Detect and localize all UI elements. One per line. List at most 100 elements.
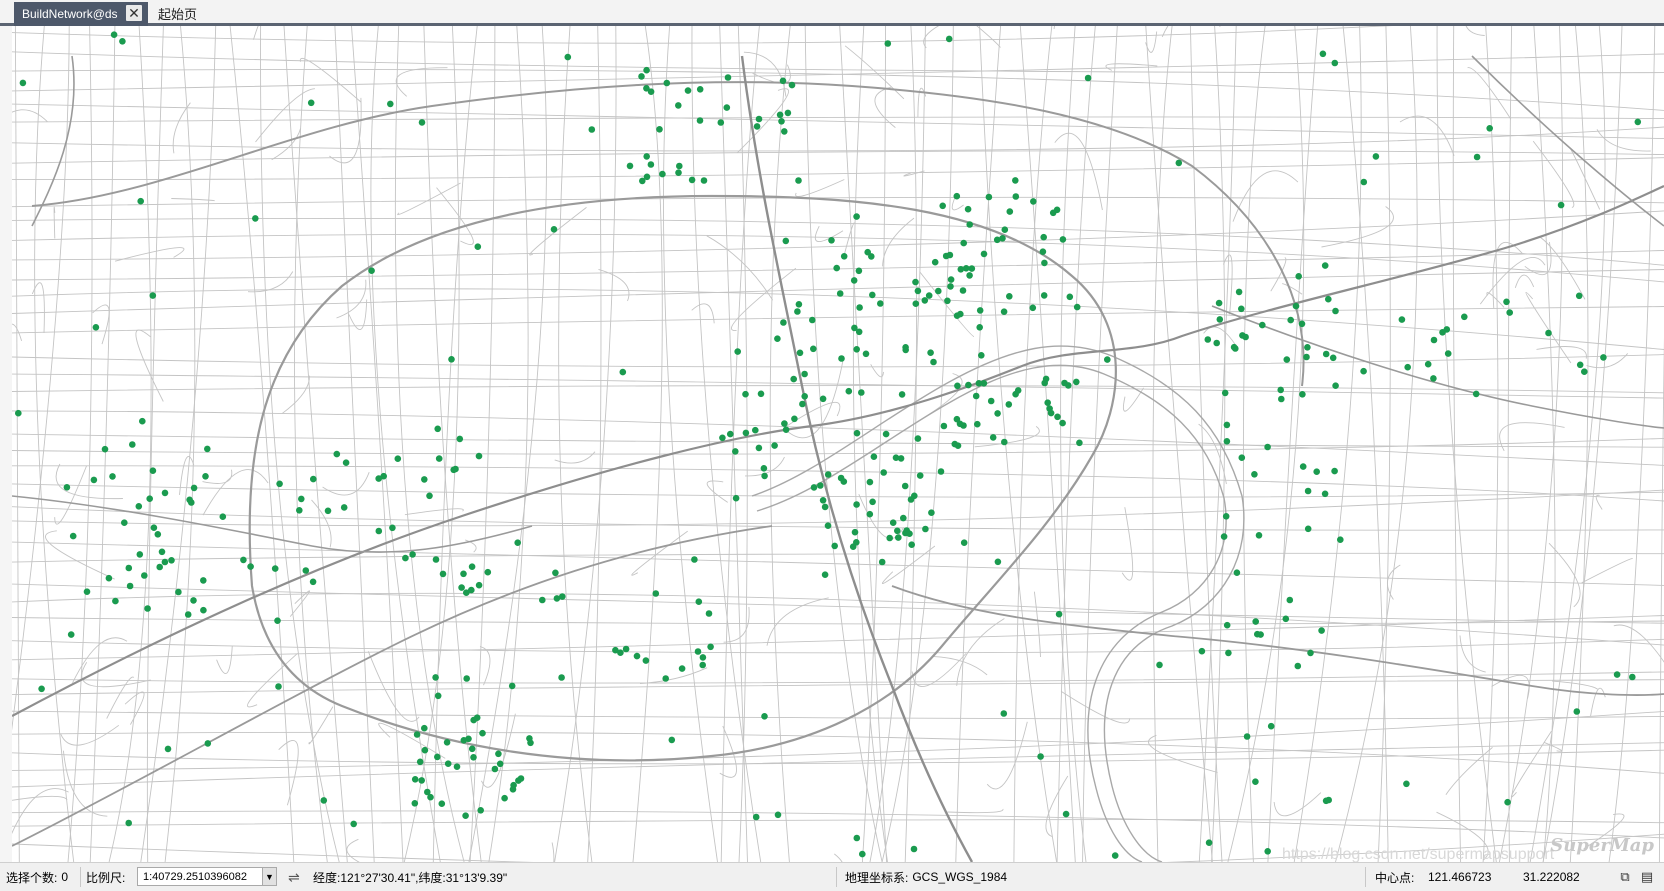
network-node-point [761, 713, 768, 720]
network-node-point [1012, 193, 1020, 200]
network-node-point [1049, 209, 1057, 217]
network-node-point [320, 797, 328, 804]
network-node-point [175, 588, 182, 596]
center-label: 中心点: [1375, 870, 1415, 885]
street-line [12, 638, 1664, 654]
street-line [1595, 494, 1603, 510]
network-node-point [914, 287, 922, 295]
network-node-point [734, 348, 741, 355]
network-node-point [368, 267, 375, 274]
network-node-point [1104, 356, 1111, 363]
network-node-point [771, 442, 778, 449]
chevron-down-icon[interactable]: ▼ [262, 867, 277, 886]
map-canvas[interactable]: https://blog.csdn.net/supermapsupport Su… [12, 26, 1664, 862]
network-node-point [944, 297, 951, 305]
network-node-point [858, 389, 865, 396]
network-node-point [833, 264, 840, 272]
network-node-point [699, 661, 706, 669]
street-line [479, 646, 491, 686]
network-node-point [149, 467, 157, 475]
network-node-point [880, 469, 887, 476]
copy-icon[interactable]: ⧉ [1618, 869, 1632, 885]
network-node-point [389, 524, 396, 532]
network-node-point [886, 534, 893, 542]
street-line [12, 506, 1664, 531]
network-node-point [190, 484, 198, 492]
street-line [12, 541, 1664, 586]
network-node-point [1223, 438, 1231, 445]
street-line [283, 26, 348, 862]
network-node-point [468, 563, 476, 570]
network-node-point [1238, 305, 1245, 313]
network-node-point [517, 775, 525, 782]
network-node-point [1360, 367, 1367, 375]
network-node-point [810, 484, 818, 491]
network-node-point [908, 541, 915, 548]
network-node-point [144, 605, 151, 612]
street-line [598, 268, 630, 302]
network-node-point [791, 415, 798, 423]
network-node-point [1073, 303, 1081, 311]
network-node-point [1321, 490, 1329, 498]
close-icon[interactable]: ✕ [126, 5, 142, 21]
network-node-point [550, 226, 558, 233]
network-node-point [900, 514, 907, 522]
network-node-point [878, 558, 886, 566]
network-node-point [617, 649, 624, 656]
network-node-point [1252, 778, 1259, 785]
network-node-point [1062, 810, 1070, 818]
street-line [468, 26, 547, 862]
network-node-point [394, 455, 402, 463]
network-node-point [1286, 596, 1294, 604]
network-node-point [448, 356, 455, 363]
network-node-point [342, 459, 350, 467]
network-node-point [1041, 379, 1048, 387]
network-node-point [985, 193, 993, 201]
network-node-point [1292, 302, 1300, 310]
network-node-point [1304, 525, 1312, 533]
network-node-point [927, 349, 934, 357]
network-node-point [1054, 413, 1061, 421]
network-node-point [1041, 259, 1048, 267]
network-node-point [1267, 722, 1275, 730]
network-node-point [912, 300, 920, 308]
network-node-point [418, 777, 426, 784]
network-node-point [1040, 233, 1047, 241]
network-node-point [824, 522, 832, 529]
network-node-point [1030, 198, 1037, 205]
network-node-point [780, 319, 787, 326]
network-node-point [853, 539, 860, 546]
paste-icon[interactable]: ▤ [1640, 869, 1654, 885]
network-node-point [141, 572, 148, 579]
network-node-point [940, 422, 948, 430]
network-node-point [1156, 661, 1163, 669]
network-node-point [1044, 399, 1051, 407]
network-node-point [1251, 471, 1258, 478]
network-node-point [477, 807, 485, 814]
network-node-point [413, 731, 421, 738]
network-node-point [409, 551, 416, 558]
network-node-point [694, 648, 702, 655]
network-node-point [310, 475, 317, 483]
street-line [1613, 624, 1664, 663]
network-node-point [784, 109, 792, 117]
network-node-point [840, 478, 848, 485]
network-node-point [1040, 292, 1048, 299]
tab-buildnetwork[interactable]: BuildNetwork@ds ✕ [14, 2, 148, 26]
network-node-point [418, 119, 426, 126]
street-line [558, 26, 593, 862]
network-node-point [1634, 118, 1642, 126]
network-node-point [1575, 292, 1583, 300]
network-node-point [1486, 125, 1493, 132]
swap-arrows-icon[interactable]: ⇌ [288, 863, 300, 891]
scale-input[interactable]: 1:40729.2510396082 [137, 867, 277, 886]
network-node-point [92, 324, 100, 331]
network-node-point [836, 290, 844, 297]
network-node-point [1629, 673, 1636, 681]
network-node-point [1264, 443, 1271, 451]
tab-start-page[interactable]: 起始页 [158, 2, 197, 24]
network-node-point [866, 478, 874, 486]
network-node-point [945, 35, 953, 43]
network-node-point [444, 760, 452, 767]
tab-start-page-label: 起始页 [158, 6, 198, 22]
